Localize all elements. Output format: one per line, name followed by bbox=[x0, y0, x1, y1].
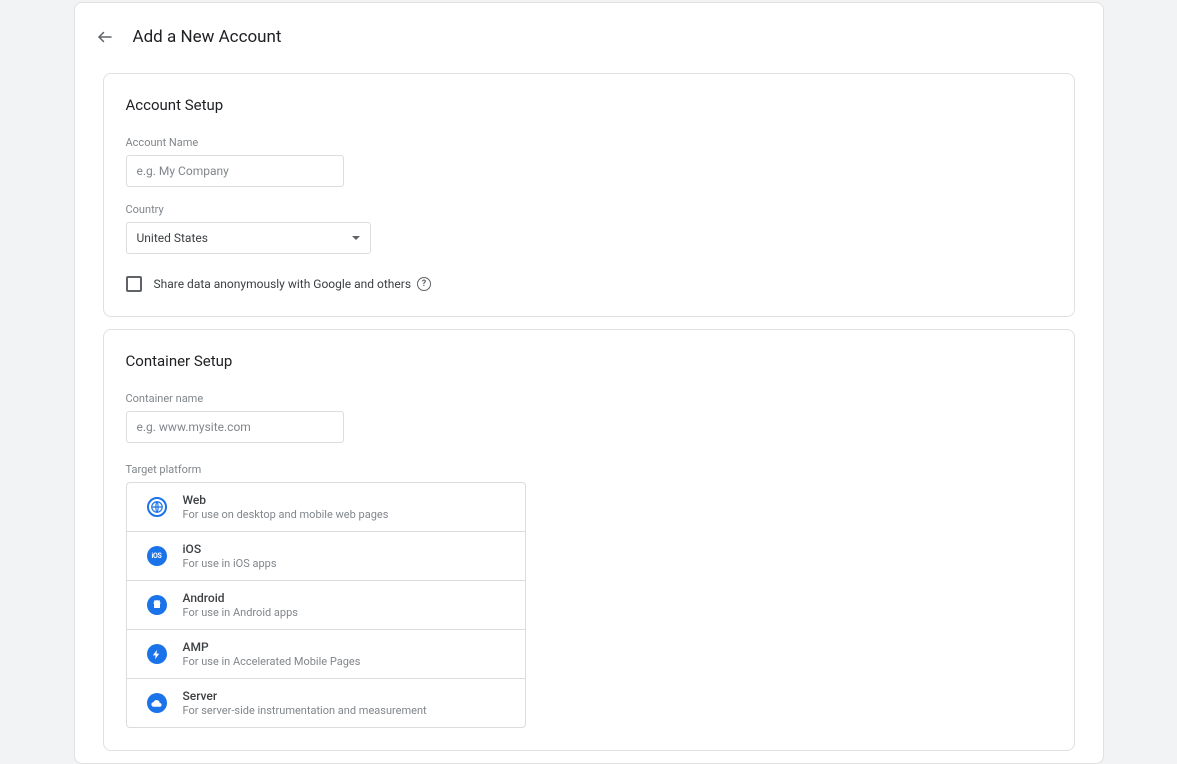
android-icon bbox=[147, 595, 167, 615]
platform-desc: For use in Accelerated Mobile Pages bbox=[183, 655, 361, 668]
country-label: Country bbox=[126, 203, 1052, 216]
back-button[interactable] bbox=[91, 23, 119, 51]
platform-text: iOS For use in iOS apps bbox=[183, 542, 277, 570]
share-data-row: Share data anonymously with Google and o… bbox=[126, 276, 1052, 292]
container-name-label: Container name bbox=[126, 392, 1052, 405]
platform-text: Server For server-side instrumentation a… bbox=[183, 689, 427, 717]
platform-option-web[interactable]: Web For use on desktop and mobile web pa… bbox=[127, 483, 525, 532]
server-icon bbox=[147, 693, 167, 713]
platform-desc: For use on desktop and mobile web pages bbox=[183, 508, 389, 521]
amp-icon bbox=[147, 644, 167, 664]
platform-desc: For use in iOS apps bbox=[183, 557, 277, 570]
platform-option-server[interactable]: Server For server-side instrumentation a… bbox=[127, 679, 525, 727]
main-panel: Add a New Account Account Setup Account … bbox=[74, 2, 1104, 764]
arrow-left-icon bbox=[96, 28, 114, 46]
account-name-label: Account Name bbox=[126, 136, 1052, 149]
account-setup-title: Account Setup bbox=[126, 96, 1052, 114]
share-data-label-wrap: Share data anonymously with Google and o… bbox=[154, 277, 432, 291]
platform-name: AMP bbox=[183, 640, 361, 654]
platform-list: Web For use on desktop and mobile web pa… bbox=[126, 482, 526, 728]
platform-option-android[interactable]: Android For use in Android apps bbox=[127, 581, 525, 630]
account-setup-card: Account Setup Account Name Country Unite… bbox=[103, 73, 1075, 317]
country-value: United States bbox=[137, 231, 208, 245]
page-title: Add a New Account bbox=[133, 27, 282, 47]
header: Add a New Account bbox=[91, 23, 1075, 51]
chevron-down-icon bbox=[352, 236, 360, 240]
platform-name: Server bbox=[183, 689, 427, 703]
platform-desc: For server-side instrumentation and meas… bbox=[183, 704, 427, 717]
container-name-input[interactable] bbox=[126, 411, 344, 443]
share-data-label: Share data anonymously with Google and o… bbox=[154, 277, 412, 291]
container-setup-card: Container Setup Container name Target pl… bbox=[103, 329, 1075, 751]
account-name-input[interactable] bbox=[126, 155, 344, 187]
platform-text: AMP For use in Accelerated Mobile Pages bbox=[183, 640, 361, 668]
target-platform-label: Target platform bbox=[126, 463, 1052, 476]
platform-name: Web bbox=[183, 493, 389, 507]
share-data-checkbox[interactable] bbox=[126, 276, 142, 292]
platform-name: Android bbox=[183, 591, 298, 605]
country-field: Country United States bbox=[126, 203, 1052, 254]
container-setup-title: Container Setup bbox=[126, 352, 1052, 370]
help-icon[interactable]: ? bbox=[417, 277, 431, 291]
platform-text: Web For use on desktop and mobile web pa… bbox=[183, 493, 389, 521]
platform-desc: For use in Android apps bbox=[183, 606, 298, 619]
container-name-field: Container name bbox=[126, 392, 1052, 443]
platform-name: iOS bbox=[183, 542, 277, 556]
platform-text: Android For use in Android apps bbox=[183, 591, 298, 619]
country-select[interactable]: United States bbox=[126, 222, 371, 254]
account-name-field: Account Name bbox=[126, 136, 1052, 187]
platform-option-ios[interactable]: iOS iOS For use in iOS apps bbox=[127, 532, 525, 581]
web-icon bbox=[147, 497, 167, 517]
ios-icon: iOS bbox=[147, 546, 167, 566]
